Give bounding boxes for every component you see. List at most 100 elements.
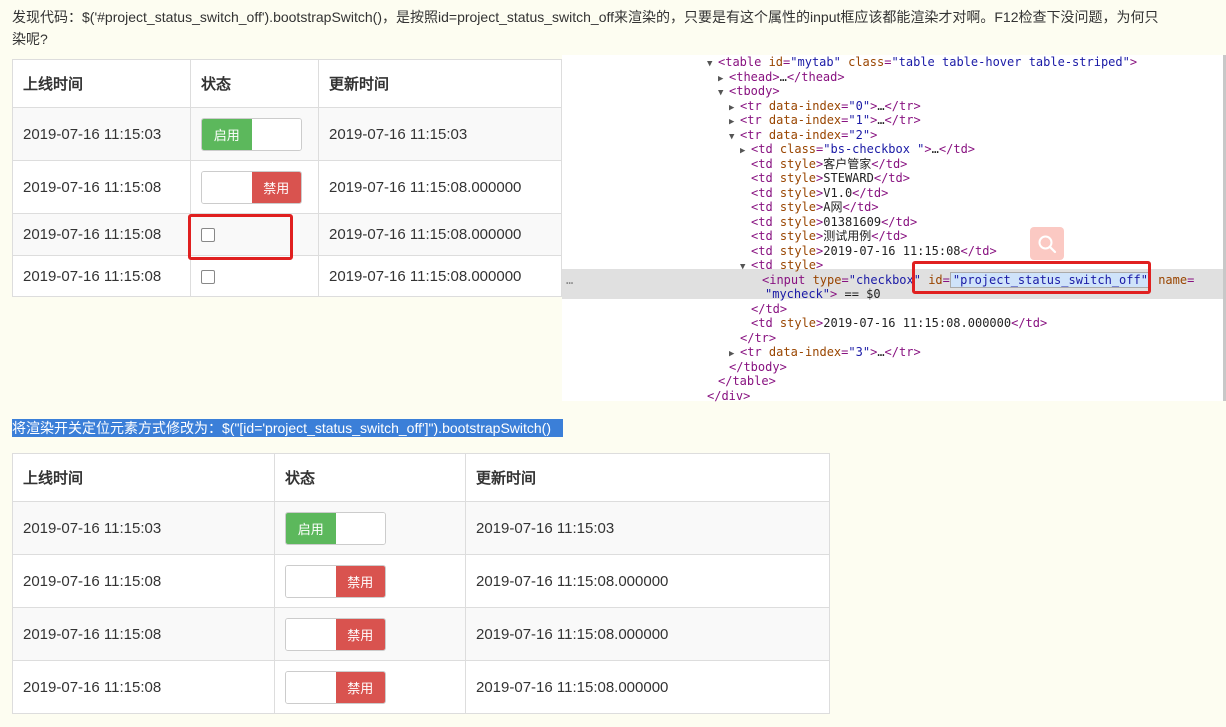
status-switch-off[interactable]: 禁用: [285, 670, 386, 704]
switch-on-label: 启用: [286, 512, 336, 544]
token-tag: </table>: [718, 374, 776, 388]
dom-line[interactable]: <td style>01381609</td>: [740, 215, 917, 230]
token-tag: >: [924, 142, 932, 156]
token-attr: class: [848, 55, 885, 69]
header-updated-time[interactable]: 更新时间: [465, 453, 830, 502]
header-online-time[interactable]: 上线时间: [12, 453, 275, 502]
dom-line[interactable]: <td style>2019-07-16 11:15:08.000000</td…: [740, 316, 1047, 331]
token-attr: id: [768, 55, 784, 69]
dom-line[interactable]: </tbody>: [718, 360, 787, 375]
token-tag: <thead>: [729, 69, 780, 84]
status-switch-off[interactable]: 禁用: [285, 617, 386, 651]
dom-line[interactable]: </td>: [740, 302, 787, 317]
status-switch-on[interactable]: 启用: [285, 511, 386, 545]
token-txt: 2019-07-16 11:15:08: [823, 243, 961, 258]
dom-line[interactable]: </tr>: [729, 331, 776, 346]
token-attr: style: [779, 214, 817, 229]
token-txt: == $0: [844, 287, 881, 301]
table-before-body: 2019-07-16 11:15:03 启用 2019-07-16 11:15:03…: [12, 107, 562, 297]
cell-online-time: 2019-07-16 11:15:08: [12, 160, 191, 214]
table-row[interactable]: 2019-07-16 11:15:08 禁用 2019-07-16 11:15:08…: [12, 160, 562, 214]
status-switch-on[interactable]: 启用: [201, 117, 302, 151]
token-txt: STEWARD: [823, 171, 874, 185]
dom-line[interactable]: <td style>A网</td>: [740, 200, 879, 215]
token-val: "mytab": [790, 55, 841, 69]
token-tag: >: [830, 287, 845, 301]
token-tag: <td: [751, 316, 780, 330]
collapse-arrow-icon[interactable]: ▼: [707, 57, 718, 72]
token-tag: <table: [718, 55, 769, 69]
dom-line[interactable]: <td style>V1.0</td>: [740, 186, 888, 201]
table-row[interactable]: 2019-07-16 11:15:03 启用 2019-07-16 11:15:03: [12, 501, 830, 555]
token-tag: >: [816, 258, 824, 272]
dom-line[interactable]: "mycheck"> == $0: [754, 287, 881, 302]
header-updated-time[interactable]: 更新时间: [318, 59, 562, 108]
dom-line[interactable]: <td style>客户管家</td>: [740, 157, 907, 172]
table-row[interactable]: 2019-07-16 11:15:08 禁用 2019-07-16 11:15:08…: [12, 660, 830, 714]
token-attr: style: [779, 316, 817, 330]
switch-handle: [286, 671, 336, 703]
token-tag: </td>: [873, 171, 910, 185]
dom-line[interactable]: <td style>2019-07-16 11:15:08</td>: [740, 244, 997, 259]
token-attr: data-index: [768, 345, 842, 359]
table-row[interactable]: 2019-07-16 11:15:08 禁用 2019-07-16 11:15:08…: [12, 607, 830, 661]
header-status[interactable]: 状态: [274, 453, 466, 502]
token-val: "table table-hover table-striped": [891, 55, 1130, 69]
token-txt: 测试用例: [823, 229, 872, 243]
cell-updated-time: 2019-07-16 11:15:03: [465, 501, 830, 555]
token-tag: <td: [751, 185, 780, 200]
cell-status: [190, 255, 319, 297]
token-tag: <tr: [740, 127, 769, 142]
highlight-box-id-attribute: [912, 261, 1151, 294]
fix-description: 将渲染开关定位元素方式修改为：$("[id='project_status_sw…: [12, 419, 564, 437]
cell-online-time: 2019-07-16 11:15:08: [12, 255, 191, 297]
cell-updated-time: 2019-07-16 11:15:03: [318, 107, 562, 161]
token-tag: </td>: [871, 156, 908, 171]
token-tag: </td>: [871, 229, 908, 243]
status-checkbox[interactable]: [201, 269, 215, 284]
token-val: "3": [848, 345, 871, 359]
highlight-box-checkbox: [188, 214, 293, 260]
token-txt: …: [931, 142, 939, 156]
token-tag: <td: [751, 142, 780, 156]
header-status[interactable]: 状态: [190, 59, 319, 108]
table-row[interactable]: 2019-07-16 11:15:08 禁用 2019-07-16 11:15:08…: [12, 554, 830, 608]
dom-line[interactable]: <td style>测试用例</td>: [740, 229, 907, 244]
token-attr: data-index: [768, 113, 842, 127]
intro-text: 发现代码：$('#project_status_switch_off').boo…: [12, 6, 1226, 50]
status-switch-off[interactable]: 禁用: [201, 170, 302, 204]
token-val: "1": [848, 113, 871, 127]
collapse-arrow-icon[interactable]: ▼: [740, 260, 751, 275]
cell-status: 启用: [190, 107, 319, 161]
header-online-time[interactable]: 上线时间: [12, 59, 191, 108]
table-row[interactable]: 2019-07-16 11:15:03 启用 2019-07-16 11:15:03: [12, 107, 562, 161]
switch-handle: [335, 512, 385, 544]
dom-line[interactable]: </table>: [707, 374, 776, 389]
token-txt: A网: [823, 200, 843, 214]
search-icon[interactable]: [1030, 227, 1064, 260]
token-tag: </td>: [751, 301, 788, 316]
switch-on-label: 启用: [202, 118, 252, 150]
dom-line[interactable]: <td style>STEWARD</td>: [740, 171, 910, 186]
switch-handle: [286, 565, 336, 597]
cell-status: 启用: [274, 501, 466, 555]
table-row[interactable]: 2019-07-16 11:15:08 2019-07-16 11:15:08.0…: [12, 255, 562, 297]
switch-off-label: 禁用: [335, 618, 385, 650]
token-tag: </tr>: [884, 113, 921, 127]
token-val: "bs-checkbox ": [823, 142, 925, 156]
collapse-arrow-icon[interactable]: ▼: [718, 86, 729, 101]
cell-online-time: 2019-07-16 11:15:08: [12, 213, 191, 256]
collapse-arrow-icon[interactable]: ▼: [729, 130, 740, 145]
token-attr: name: [1158, 272, 1188, 287]
token-attr: style: [779, 229, 817, 243]
token-txt: …: [877, 113, 885, 127]
token-val: "mycheck": [765, 287, 831, 301]
token-tag: </tbody>: [729, 359, 787, 374]
table-before: 上线时间 状态 更新时间 2019-07-16 11:15:03 启用 2019-0…: [12, 59, 562, 297]
dom-line[interactable]: </div>: [696, 389, 750, 404]
switch-handle: [286, 618, 336, 650]
token-tag: </div>: [707, 388, 751, 403]
status-switch-off[interactable]: 禁用: [285, 564, 386, 598]
token-attr: style: [779, 171, 817, 185]
intro-line-1: 发现代码：$('#project_status_switch_off').boo…: [12, 9, 1159, 25]
